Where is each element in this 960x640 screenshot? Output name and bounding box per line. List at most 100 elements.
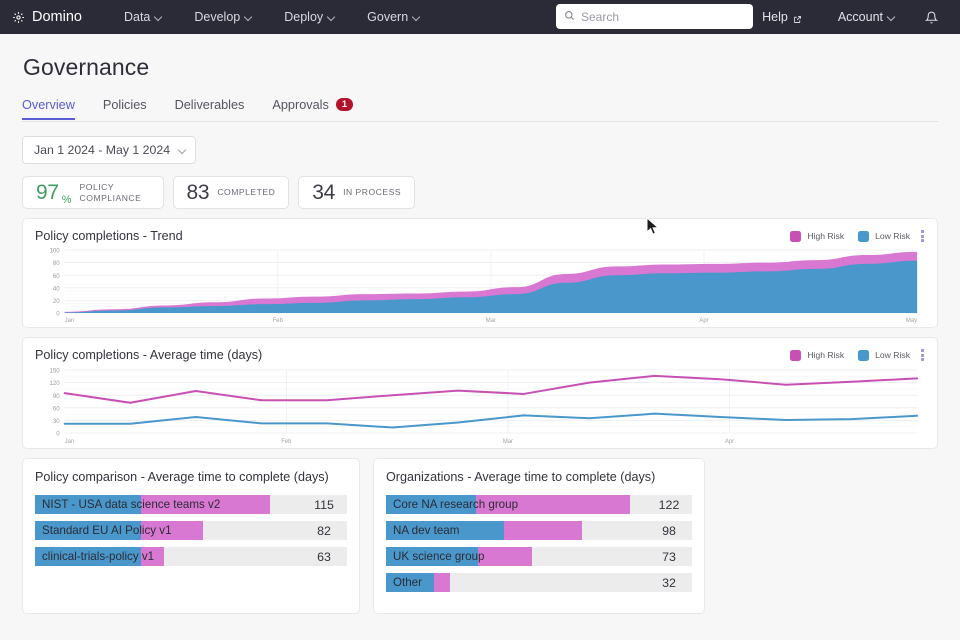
panel-title: Organizations - Average time to complete…	[386, 470, 692, 484]
svg-text:Mar: Mar	[503, 439, 513, 445]
chart-header: Policy completions - Trend High Risk Low…	[23, 219, 937, 247]
legend-label: Low Risk	[875, 231, 910, 241]
bar-row[interactable]: NA dev team98	[386, 521, 692, 540]
legend-swatch	[858, 231, 869, 242]
legend-item-low-risk[interactable]: Low Risk	[858, 350, 910, 361]
svg-text:0: 0	[56, 311, 60, 318]
svg-text:100: 100	[49, 248, 60, 255]
bar-value: 73	[646, 547, 692, 566]
bar-value: 32	[646, 573, 692, 592]
date-range-selector[interactable]: Jan 1 2024 - May 1 2024	[22, 136, 196, 164]
bar-list-organizations: Core NA research group122 NA dev team98 UK…	[386, 495, 692, 592]
nav-item-develop[interactable]: Develop	[178, 4, 268, 30]
tab-deliverables[interactable]: Deliverables	[175, 98, 245, 119]
tab-label: Policies	[103, 98, 147, 112]
brand-name: Domino	[32, 9, 82, 25]
legend-label: High Risk	[807, 350, 844, 360]
chevron-down-icon	[179, 147, 186, 154]
chart-options-menu-icon[interactable]	[919, 347, 926, 363]
chart-options-menu-icon[interactable]	[919, 228, 926, 244]
tab-bar: Overview Policies Deliverables Approvals…	[22, 95, 938, 122]
top-navigation-bar: Domino Data Develop Deploy Govern	[0, 0, 960, 34]
svg-text:150: 150	[49, 368, 60, 375]
svg-text:Apr: Apr	[699, 318, 708, 324]
panel-title: Policy comparison - Average time to comp…	[35, 470, 347, 484]
bar-segment-high-risk	[478, 547, 532, 566]
bar-list-policy: NIST - USA data science teams v2 115 Stand…	[35, 495, 347, 566]
help-link[interactable]: Help	[746, 4, 818, 30]
notification-bell-icon[interactable]	[915, 5, 948, 30]
bar-label: UK science group	[393, 547, 485, 566]
bar-value: 115	[301, 495, 347, 514]
external-link-icon	[793, 13, 802, 22]
kpi-value: 83	[187, 182, 210, 203]
nav-item-govern[interactable]: Govern	[351, 4, 436, 30]
chart-card-trend: Policy completions - Trend High Risk Low…	[22, 218, 938, 328]
bar-row[interactable]: Other32	[386, 573, 692, 592]
page-title: Governance	[22, 34, 938, 95]
chart-card-average-time: Policy completions - Average time (days)…	[22, 337, 938, 449]
panel-organizations: Organizations - Average time to complete…	[373, 458, 705, 614]
brand-logo[interactable]: Domino	[12, 9, 82, 25]
kpi-unit: %	[62, 194, 72, 208]
legend-swatch	[790, 350, 801, 361]
line-chart-svg: 0306090120150JanFebMarApr	[35, 366, 925, 446]
bottom-panels: Policy comparison - Average time to comp…	[22, 458, 938, 614]
svg-text:0: 0	[56, 431, 60, 438]
bar-row[interactable]: UK science group 73	[386, 547, 692, 566]
bar-segment-high-risk	[434, 573, 450, 592]
main-menu: Data Develop Deploy Govern	[108, 4, 436, 30]
tab-overview[interactable]: Overview	[22, 98, 75, 119]
bar-row[interactable]: Core NA research group122	[386, 495, 692, 514]
bar-label: Standard EU AI Policy v1	[42, 521, 172, 540]
date-range-label: Jan 1 2024 - May 1 2024	[34, 143, 170, 157]
bar-segment-high-risk	[504, 521, 582, 540]
bar-label: NIST - USA data science teams v2	[42, 495, 220, 514]
nav-item-deploy[interactable]: Deploy	[268, 4, 351, 30]
bar-track: Core NA research group	[386, 495, 646, 514]
svg-text:Feb: Feb	[273, 318, 284, 324]
chevron-down-icon	[888, 14, 895, 21]
bar-value: 63	[301, 547, 347, 566]
search-input[interactable]	[581, 10, 745, 24]
bar-row[interactable]: NIST - USA data science teams v2 115	[35, 495, 347, 514]
app-screen: Domino Data Develop Deploy Govern	[0, 0, 960, 640]
svg-text:60: 60	[53, 405, 60, 412]
tab-label: Overview	[22, 98, 75, 112]
legend-swatch	[790, 231, 801, 242]
search-box[interactable]	[556, 4, 753, 29]
kpi-label: Policy Compliance	[80, 182, 150, 203]
legend-swatch	[858, 350, 869, 361]
svg-text:120: 120	[49, 380, 60, 387]
bar-label: NA dev team	[393, 521, 459, 540]
bar-row[interactable]: Standard EU AI Policy v182	[35, 521, 347, 540]
tab-policies[interactable]: Policies	[103, 98, 147, 119]
bar-track: NIST - USA data science teams v2	[35, 495, 301, 514]
bar-row[interactable]: clinical-trials-policy v1 63	[35, 547, 347, 566]
chart-title: Policy completions - Trend	[35, 229, 790, 243]
bar-track: clinical-trials-policy v1	[35, 547, 301, 566]
chart-legend: High Risk Low Risk	[790, 231, 910, 242]
svg-text:90: 90	[53, 393, 60, 400]
kpi-label: Completed	[217, 187, 275, 198]
svg-text:60: 60	[53, 273, 60, 280]
nav-item-data[interactable]: Data	[108, 4, 178, 30]
svg-text:40: 40	[53, 285, 60, 292]
account-menu[interactable]: Account	[822, 4, 911, 30]
nav-label: Deploy	[284, 10, 323, 24]
svg-text:30: 30	[53, 418, 60, 425]
legend-item-high-risk[interactable]: High Risk	[790, 231, 844, 242]
bar-track: NA dev team	[386, 521, 646, 540]
legend-item-low-risk[interactable]: Low Risk	[858, 231, 910, 242]
svg-text:80: 80	[53, 260, 60, 267]
area-chart-svg: 020406080100JanFebMarAprMay	[35, 247, 925, 325]
tab-label: Deliverables	[175, 98, 245, 112]
kpi-policy-compliance: 97 % Policy Compliance	[22, 176, 164, 209]
legend-label: High Risk	[807, 231, 844, 241]
help-label: Help	[762, 10, 788, 24]
legend-item-high-risk[interactable]: High Risk	[790, 350, 844, 361]
panel-policy-comparison: Policy comparison - Average time to comp…	[22, 458, 360, 614]
bar-label: clinical-trials-policy v1	[42, 547, 154, 566]
chevron-down-icon	[328, 14, 335, 21]
tab-approvals[interactable]: Approvals 1	[272, 98, 353, 119]
